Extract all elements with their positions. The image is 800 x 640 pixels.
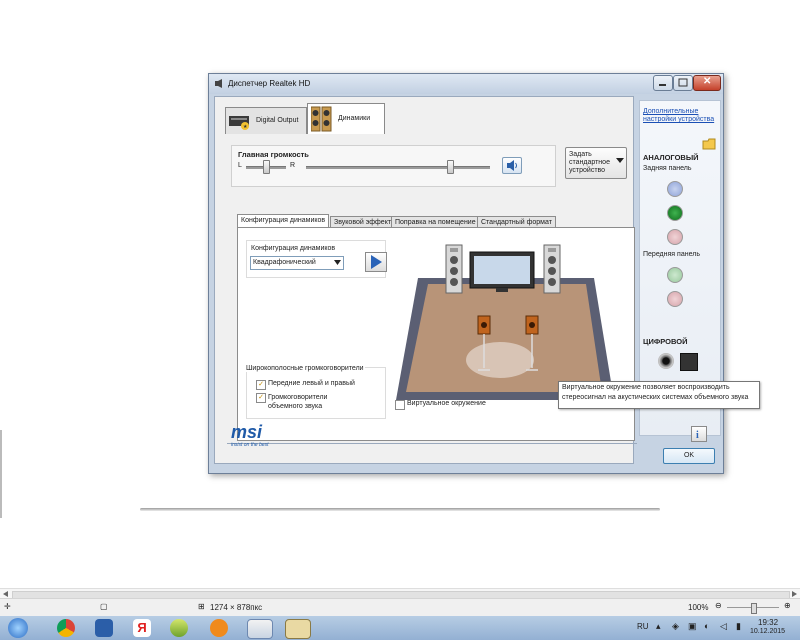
master-volume-title: Главная громкость (238, 150, 309, 159)
clock-date[interactable]: 10.12.2015 (750, 628, 785, 635)
balance-left-label: L (238, 162, 242, 169)
speaker-volume-icon (507, 160, 517, 171)
speaker-config-select[interactable]: Квадрафонический (250, 256, 344, 270)
zoom-level: 100% (688, 603, 709, 612)
speaker-config-label: Конфигурация динамиков (251, 245, 336, 252)
speaker-app-icon (215, 79, 224, 88)
volume-slider[interactable] (446, 160, 454, 174)
window-title: Диспетчер Realtek HD (228, 79, 311, 88)
speakers-icon (311, 106, 332, 132)
virtual-surround-checkbox[interactable] (395, 400, 405, 410)
speaker-taskbar-icon[interactable] (95, 619, 113, 637)
wideband-title: Широкополосные громкоговорители (245, 365, 365, 372)
digital-title: ЦИФРОВОЙ (643, 337, 688, 346)
minimize-button[interactable] (653, 75, 673, 91)
tab-speakers-label: Динамики (338, 115, 371, 122)
wideband-speakers-group: Широкополосные громкоговорители ✓ Передн… (245, 365, 386, 419)
image-shadow (140, 508, 660, 511)
svg-text:★: ★ (243, 124, 248, 130)
balance-right-label: R (290, 162, 296, 169)
paint-icon[interactable] (285, 619, 311, 639)
viewer-status-bar: ✛ ▢ ⊞ 1274 × 878пкс 100% ⊖ ⊕ (0, 598, 800, 617)
advanced-settings-link[interactable]: Дополнительные настройки устройства (643, 108, 717, 124)
fit-icon[interactable]: ▢ (100, 602, 108, 611)
optical-jack[interactable] (680, 353, 698, 371)
analog-title: АНАЛОГОВЫЙ (643, 153, 699, 162)
language-indicator[interactable]: RU (637, 622, 649, 631)
realtek-window: Диспетчер Realtek HD ✕ ★ Digital Output … (208, 73, 724, 474)
surround-speakers-checkbox[interactable]: ✓ (256, 393, 266, 403)
left-edge-line (0, 430, 2, 518)
speaker-config-value: Квадрафонический (253, 259, 316, 266)
tv-icon (469, 251, 535, 292)
surround-speakers-label: Громкоговорители объемного звука (268, 394, 328, 410)
master-volume-panel: Главная громкость L R (231, 145, 556, 187)
ok-button[interactable]: OK (663, 448, 715, 464)
balance-slider[interactable] (263, 160, 270, 174)
zoom-in-icon[interactable]: ⊕ (784, 601, 791, 610)
test-play-button[interactable] (365, 252, 387, 272)
front-panel-label: Передняя панель (643, 251, 700, 258)
tray-expand-icon[interactable]: ▴ (656, 621, 661, 632)
tray-signal-icon[interactable]: ▮ (736, 621, 741, 632)
info-icon: i (696, 430, 699, 441)
move-icon[interactable]: ✛ (4, 602, 11, 611)
info-button[interactable]: i (691, 426, 707, 442)
svg-text:i: i (696, 430, 699, 441)
volume-track (306, 166, 490, 169)
image-dimensions: 1274 × 878пкс (210, 603, 263, 612)
msi-logo: msi insist on the best (231, 423, 269, 448)
tray-volume-icon[interactable]: ◁ (720, 621, 727, 632)
yandex-icon[interactable]: Я (133, 619, 151, 637)
front-green-jack[interactable] (667, 267, 683, 283)
svg-text:insist on the best: insist on the best (231, 442, 269, 448)
rear-panel-label: Задняя панель (643, 165, 692, 172)
folder-icon[interactable] (702, 137, 716, 151)
title-bar[interactable]: Диспетчер Realtek HD ✕ (209, 74, 723, 94)
virtual-surround-tooltip: Виртуальное окружение позволяет воспроиз… (558, 381, 760, 409)
start-button[interactable] (8, 618, 28, 638)
scroll-right-icon[interactable] (790, 590, 798, 598)
chrome-icon[interactable] (57, 619, 75, 637)
dropdown-arrow-icon (616, 158, 624, 163)
tray-network-icon[interactable]: ▣ (688, 621, 697, 632)
app-green-icon[interactable] (170, 619, 188, 637)
tab-speakers[interactable]: Динамики (307, 103, 385, 134)
close-button[interactable]: ✕ (693, 75, 721, 91)
set-default-device-button[interactable]: Задать стандартное устройство (565, 147, 627, 179)
scroll-left-icon[interactable] (2, 590, 10, 598)
rear-green-jack[interactable] (667, 205, 683, 221)
virtual-surround-label: Виртуальное окружение (407, 400, 486, 407)
rear-blue-jack[interactable] (667, 181, 683, 197)
mute-button[interactable] (502, 157, 522, 174)
svg-text:msi: msi (231, 423, 263, 442)
dimensions-icon: ⊞ (198, 602, 205, 611)
media-player-icon[interactable] (210, 619, 228, 637)
zoom-slider[interactable] (751, 603, 757, 614)
front-lr-checkbox[interactable]: ✓ (256, 380, 266, 390)
chevron-down-icon (334, 260, 341, 265)
tab-digital-label: Digital Output (256, 117, 299, 124)
front-right-speaker-icon (543, 244, 561, 294)
clock-time[interactable]: 19:32 (758, 618, 778, 627)
digital-output-icon: ★ (229, 116, 249, 130)
coaxial-jack[interactable] (658, 353, 674, 369)
tab-speaker-config[interactable]: Конфигурация динамиков (237, 214, 330, 228)
taskbar: Я RU ▴ ◈ ▣ ◐ ◁ ▮ 19:32 10.12.2015 (0, 616, 800, 640)
set-default-label: Задать стандартное устройство (569, 151, 610, 174)
front-left-speaker-icon (445, 244, 463, 294)
tray-shield-icon[interactable]: ◐ (704, 621, 709, 631)
tray-app-icon[interactable]: ◈ (672, 621, 679, 632)
play-icon (371, 255, 382, 269)
realtek-taskbar-button[interactable] (247, 619, 273, 639)
tab-digital-output[interactable]: ★ Digital Output (225, 107, 307, 134)
maximize-button[interactable] (673, 75, 693, 91)
close-icon: ✕ (703, 76, 712, 87)
rear-pink-jack[interactable] (667, 229, 683, 245)
front-pink-jack[interactable] (667, 291, 683, 307)
front-lr-label: Передние левый и правый (268, 380, 355, 387)
zoom-out-icon[interactable]: ⊖ (715, 601, 722, 610)
